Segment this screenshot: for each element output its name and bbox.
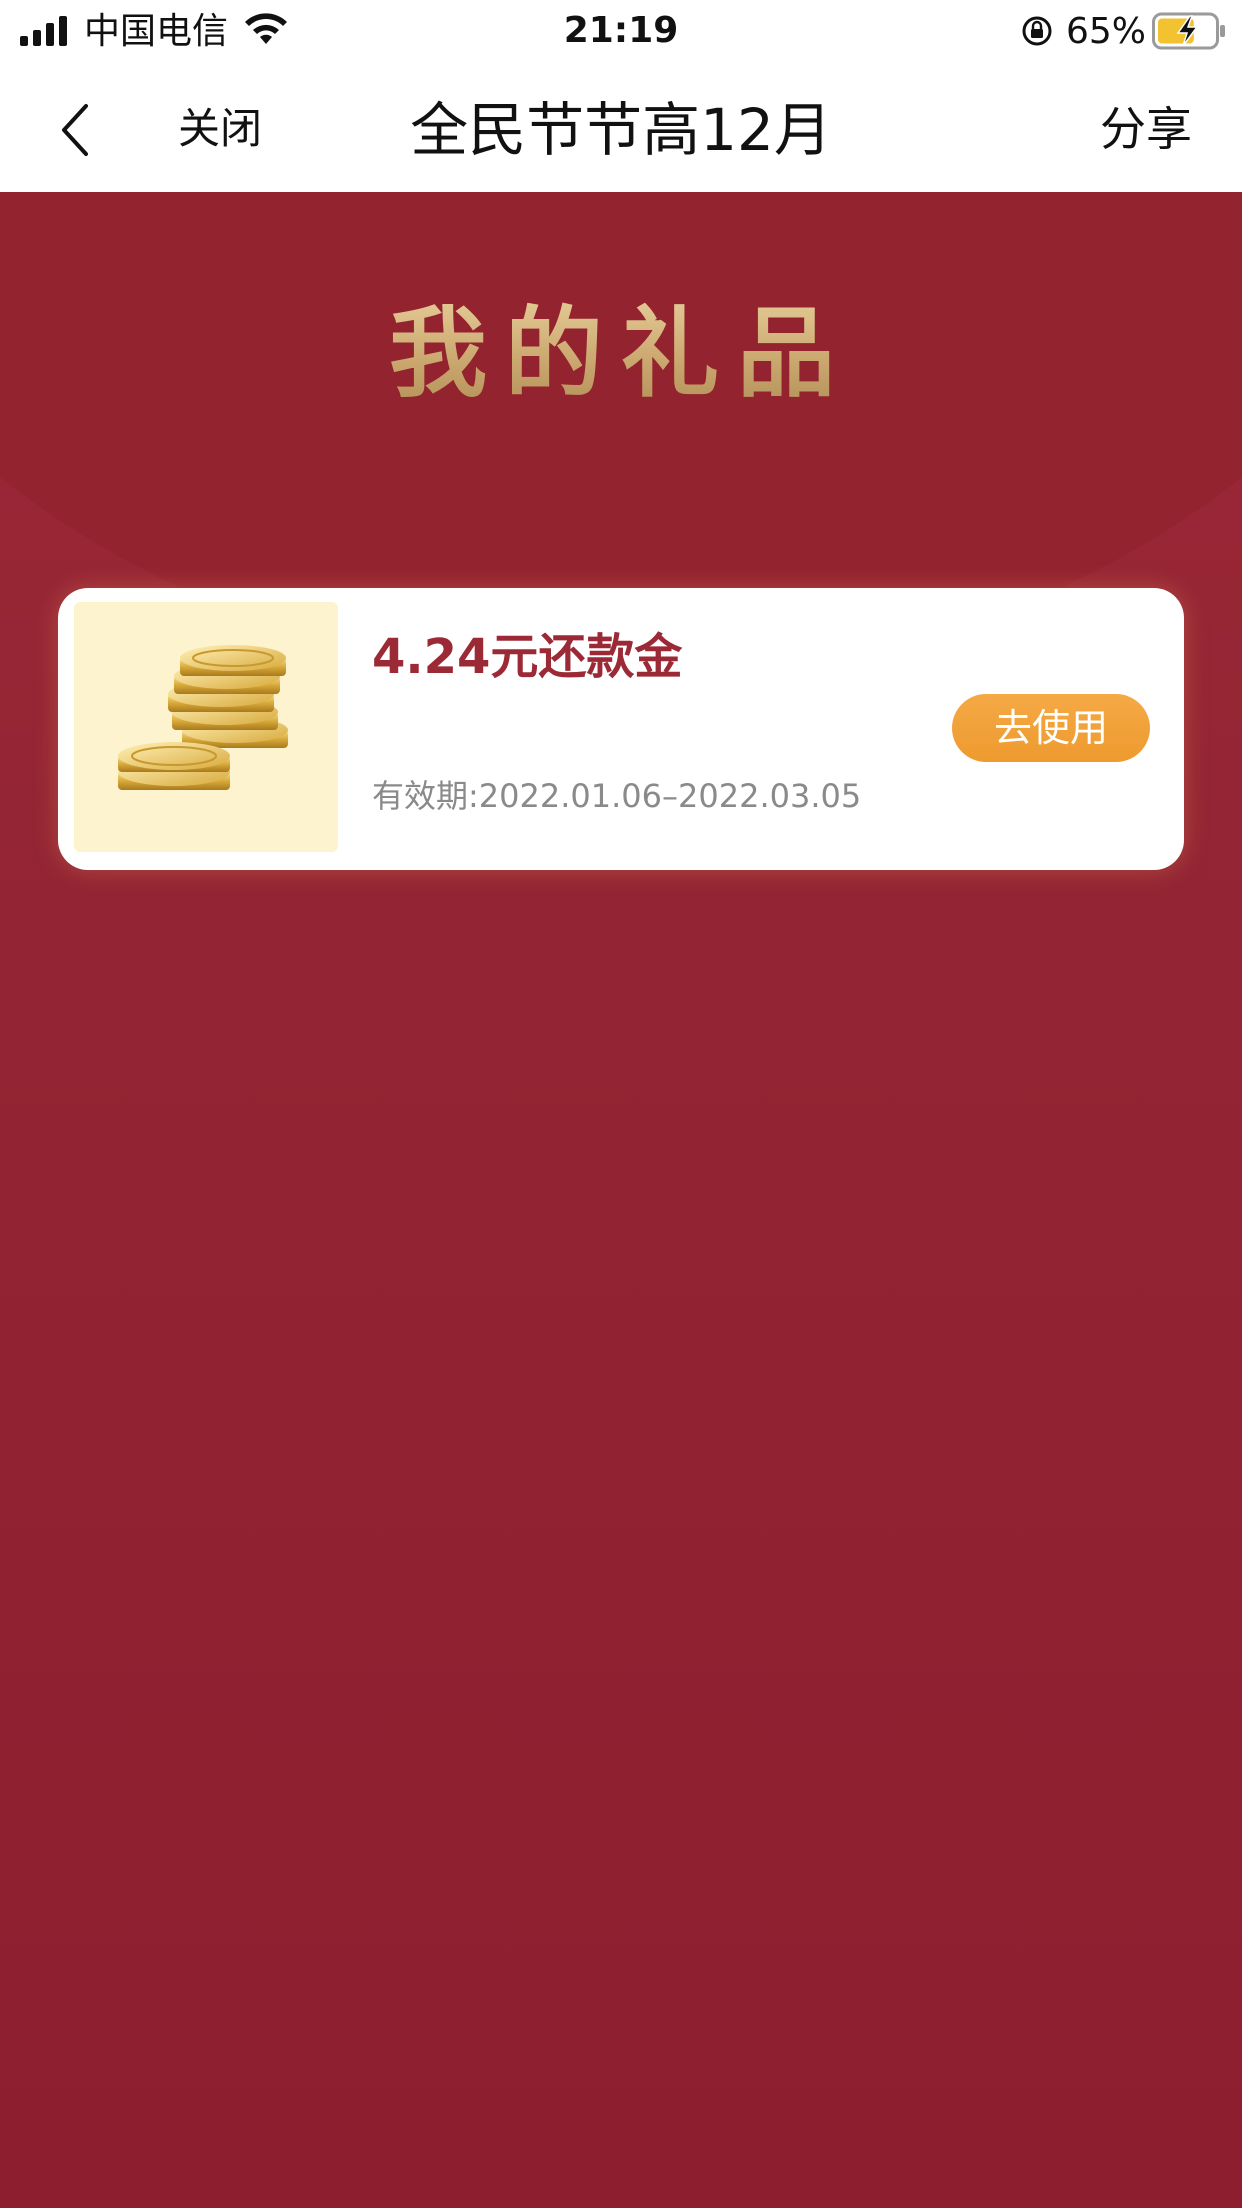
status-time: 21:19 (563, 10, 679, 51)
rotation-lock-icon (1022, 16, 1052, 46)
share-button[interactable]: 分享 (1100, 94, 1192, 164)
gift-card: 4.24元还款金 有效期:2022.01.06–2022.03.05 去使用 (58, 588, 1184, 870)
battery-charging-icon (1152, 12, 1225, 50)
gold-coins-icon (74, 602, 338, 852)
navigation-bar: 关闭 全民节节高12月 分享 (0, 66, 1242, 192)
gift-name: 4.24元还款金 (372, 629, 683, 685)
use-gift-button[interactable]: 去使用 (952, 694, 1150, 762)
status-bar: 中国电信 21:19 65% (0, 0, 1242, 66)
page-title: 全民节节高12月 (410, 96, 832, 164)
gift-page-body: 我的礼品 4.24元还款金 有效期:2022.01.06–2022.03.05 … (0, 192, 1242, 2208)
battery-percentage: 65% (1066, 11, 1147, 52)
gift-validity-period: 有效期:2022.01.06–2022.03.05 (372, 777, 862, 815)
my-gifts-heading: 我的礼品 (0, 294, 1242, 414)
